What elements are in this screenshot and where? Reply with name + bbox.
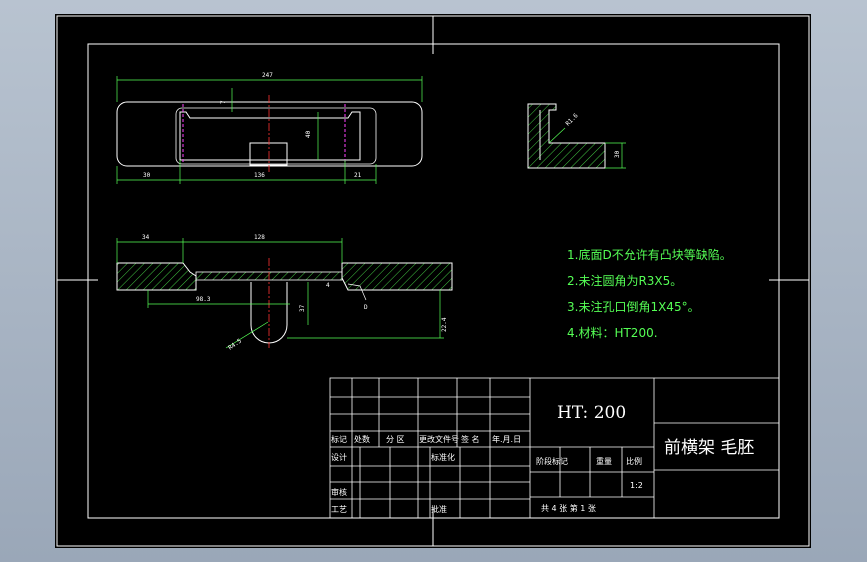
note-4: 4.材料：HT200. bbox=[567, 326, 658, 340]
dim-slot-text: 7 bbox=[220, 100, 227, 104]
tb-standardize: 标准化 bbox=[431, 452, 455, 462]
dim-sec-width-text: 128 bbox=[254, 234, 265, 241]
dim-sec-left-text: 34 bbox=[142, 234, 150, 241]
tb-approve: 批准 bbox=[431, 504, 447, 514]
tb-sheets: 共 4 张 第 1 张 bbox=[541, 503, 596, 513]
tb-design: 设计 bbox=[331, 452, 347, 462]
tb-material: HT: 200 bbox=[557, 403, 626, 423]
dim-sec-height-text: 22.4 bbox=[441, 317, 448, 332]
note-1: 1.底面D不允许有凸块等缺陷。 bbox=[567, 247, 732, 262]
tb-zone: 分 区 bbox=[386, 435, 405, 444]
note-2: 2.未注圆角为R3X5。 bbox=[567, 273, 682, 288]
dim-height-text: 40 bbox=[305, 130, 312, 138]
section-left-hatch bbox=[116, 262, 197, 291]
dim-span-text: 98.3 bbox=[196, 296, 211, 303]
tb-stage-label: 阶段标记 bbox=[536, 456, 568, 466]
dim-chamfer-text: 4 bbox=[326, 282, 330, 289]
dim-overall-text: 247 bbox=[262, 72, 273, 79]
tb-sign: 签 名 bbox=[461, 434, 480, 444]
dim-right-text: 21 bbox=[354, 172, 362, 179]
label-d-text: D bbox=[364, 304, 368, 311]
tb-scale-label: 比例 bbox=[626, 456, 642, 466]
dim-side-height-text: 30 bbox=[614, 150, 621, 158]
tb-docno: 更改文件号 bbox=[419, 434, 459, 444]
tb-weight-label: 重量 bbox=[596, 456, 612, 466]
tb-mark: 标记 bbox=[331, 434, 347, 444]
note-3: 3.未注孔口倒角1X45°。 bbox=[567, 299, 700, 314]
tb-scale-value: 1:2 bbox=[630, 481, 643, 490]
cad-drawing-canvas: 247 30 136 21 40 7 R1.6 30 34 128 98.3 3… bbox=[55, 14, 811, 548]
dim-left-text: 30 bbox=[143, 172, 151, 179]
tb-date: 年.月.日 bbox=[492, 434, 521, 444]
tb-review: 审核 bbox=[331, 487, 347, 497]
dim-middle-text: 136 bbox=[254, 172, 265, 179]
tb-count: 处数 bbox=[354, 434, 370, 444]
dim-depth-text: 37 bbox=[299, 304, 306, 312]
tb-process: 工艺 bbox=[331, 505, 347, 514]
tb-part-name: 前横架 毛胚 bbox=[664, 438, 754, 458]
